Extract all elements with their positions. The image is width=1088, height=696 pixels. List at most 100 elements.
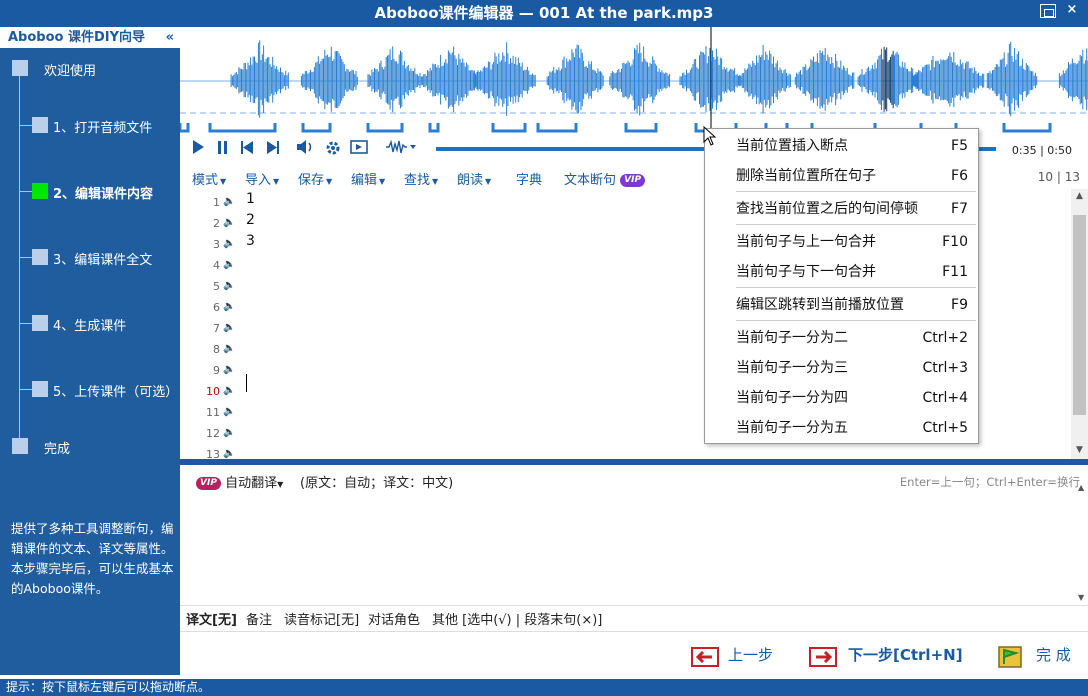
translation-panel[interactable]: VIP 自动翻译▼ (原文：自动；译文：中文) Enter=上一句；Ctrl+E…	[180, 465, 1088, 605]
wizard-sidebar: Aboboo 课件DIY向导 « 欢迎使用 1、打开音频文件 2、编辑课件内容 3、编…	[0, 27, 180, 675]
menu-import[interactable]: 导入 ▼	[245, 169, 279, 188]
sentence-segment[interactable]	[301, 123, 332, 133]
sentence-segment[interactable]	[491, 123, 527, 133]
line-text[interactable]: 3	[246, 233, 255, 249]
scroll-down-icon[interactable]: ▼	[1071, 445, 1088, 457]
play-icon[interactable]	[190, 140, 206, 160]
vip-badge: VIP	[196, 477, 221, 490]
sentence-segment[interactable]	[536, 123, 578, 133]
menu-text-split[interactable]: 文本断句 VIP	[564, 169, 646, 188]
tab-pronunciation[interactable]: 读音标记[无]	[284, 609, 359, 628]
menu-import-label: 导入	[245, 173, 272, 188]
speaker-icon[interactable]: 🔈	[223, 259, 235, 270]
menu-item-label: 当前句子与上一句合并	[736, 234, 876, 250]
speaker-icon[interactable]: 🔈	[223, 217, 235, 228]
menu-find[interactable]: 查找 ▼	[404, 169, 438, 188]
menu-item-shortcut: Ctrl+3	[922, 360, 968, 376]
speaker-icon[interactable]: 🔈	[223, 406, 235, 417]
close-icon[interactable]: ×	[1062, 0, 1082, 20]
sentence-segment[interactable]	[208, 123, 277, 133]
collapse-icon[interactable]: «	[166, 27, 174, 48]
menu-edit[interactable]: 编辑 ▼	[351, 169, 385, 188]
auto-translate-button[interactable]: VIP 自动翻译▼	[196, 472, 283, 491]
sentence-segment[interactable]	[624, 123, 658, 133]
volume-icon[interactable]	[296, 140, 316, 160]
menu-save[interactable]: 保存 ▼	[298, 169, 332, 188]
maximize-icon[interactable]	[1040, 4, 1056, 18]
step-label: 4、生成课件	[53, 319, 127, 334]
speaker-icon[interactable]: 🔈	[223, 385, 235, 396]
context-menu-item[interactable]: 当前句子与上一句合并 F10	[736, 229, 972, 255]
tab-other[interactable]: 其他 [选中(√) | 段落末句(×)]	[432, 609, 602, 628]
menu-mode[interactable]: 模式 ▼	[192, 169, 226, 188]
speaker-icon[interactable]: 🔈	[223, 322, 235, 333]
prev-button[interactable]: 上一步	[690, 640, 773, 670]
loop-icon[interactable]	[348, 140, 370, 160]
waveform-icon[interactable]	[384, 139, 418, 160]
menu-save-label: 保存	[298, 173, 325, 188]
line-number: 3	[213, 238, 220, 251]
line-number: 11	[206, 406, 220, 419]
menu-read[interactable]: 朗读 ▼	[457, 169, 491, 188]
menu-item-label: 删除当前位置所在句子	[736, 168, 876, 184]
context-menu-item[interactable]: 当前句子一分为四 Ctrl+4	[736, 385, 972, 411]
menu-item-label: 当前位置插入断点	[736, 138, 848, 154]
next-button[interactable]: 下一步[Ctrl+N]	[808, 640, 963, 670]
context-menu-item[interactable]: 查找当前位置之后的句间停顿 F7	[736, 196, 972, 222]
speaker-icon[interactable]: 🔈	[223, 301, 235, 312]
editor-scrollbar[interactable]: ▲ ▼	[1071, 189, 1088, 459]
step-label: 完成	[44, 442, 71, 457]
tab-translation[interactable]: 译文[无]	[186, 609, 237, 628]
menu-mode-label: 模式	[192, 173, 219, 188]
sentence-segment[interactable]	[366, 123, 404, 133]
context-menu-item[interactable]: 当前句子一分为二 Ctrl+2	[736, 325, 972, 351]
context-menu-item[interactable]: 当前位置插入断点 F5	[736, 133, 972, 159]
speaker-icon[interactable]: 🔈	[223, 448, 235, 459]
settings-icon[interactable]	[324, 140, 342, 160]
speaker-icon[interactable]: 🔈	[223, 427, 235, 438]
speaker-icon[interactable]: 🔈	[223, 196, 235, 207]
scroll-thumb[interactable]	[1073, 215, 1086, 415]
finish-label: 完 成	[1036, 646, 1071, 664]
speaker-icon[interactable]: 🔈	[223, 364, 235, 375]
finish-flag-icon	[998, 646, 1022, 668]
step-marker-icon	[32, 249, 48, 265]
context-menu-item[interactable]: 删除当前位置所在句子 F6	[736, 163, 972, 189]
speaker-icon[interactable]: 🔈	[223, 280, 235, 291]
menu-dictionary[interactable]: 字典	[516, 169, 542, 188]
line-text[interactable]: 1	[246, 191, 255, 207]
sentence-segment[interactable]	[180, 123, 190, 133]
line-number: 5	[213, 280, 220, 293]
context-menu-item[interactable]: 当前句子一分为三 Ctrl+3	[736, 355, 972, 381]
sentence-segment[interactable]	[428, 123, 440, 133]
finish-button[interactable]: 完 成	[996, 640, 1071, 670]
tab-notes[interactable]: 备注	[246, 609, 272, 628]
menu-item-label: 当前句子一分为四	[736, 390, 848, 406]
line-text[interactable]: 2	[246, 212, 255, 228]
sentence-segment[interactable]	[1002, 123, 1052, 133]
speaker-icon[interactable]: 🔈	[223, 238, 235, 249]
line-number: 4	[213, 259, 220, 272]
prev-label: 上一步	[728, 646, 774, 664]
next-arrow-icon	[809, 647, 837, 667]
context-menu-item[interactable]: 编辑区跳转到当前播放位置 F9	[736, 292, 972, 318]
step-marker-icon	[12, 60, 28, 76]
translation-scrollbar[interactable]: ▲ ▼	[1078, 483, 1088, 603]
audio-waveform[interactable]	[180, 27, 1088, 137]
tab-dialog-role[interactable]: 对话角色	[368, 609, 420, 628]
step-label: 2、编辑课件内容	[53, 187, 154, 202]
pause-icon[interactable]	[216, 140, 230, 160]
menu-item-shortcut: F11	[942, 264, 968, 280]
menu-item-shortcut: F7	[951, 201, 968, 217]
menu-item-label: 当前句子一分为三	[736, 360, 848, 376]
menu-find-label: 查找	[404, 173, 431, 188]
scroll-up-icon[interactable]: ▲	[1071, 191, 1088, 203]
context-menu-item[interactable]: 当前句子一分为五 Ctrl+5	[736, 415, 972, 441]
title-bar: Aboboo课件编辑器 — 001 At the park.mp3 ×	[0, 0, 1088, 27]
step-connector-branch	[19, 125, 32, 126]
context-menu-item[interactable]: 当前句子与下一句合并 F11	[736, 259, 972, 285]
skip-forward-icon[interactable]	[266, 140, 280, 160]
playback-time: 0:35 | 0:50	[1011, 144, 1072, 157]
speaker-icon[interactable]: 🔈	[223, 343, 235, 354]
skip-back-icon[interactable]	[240, 140, 254, 160]
